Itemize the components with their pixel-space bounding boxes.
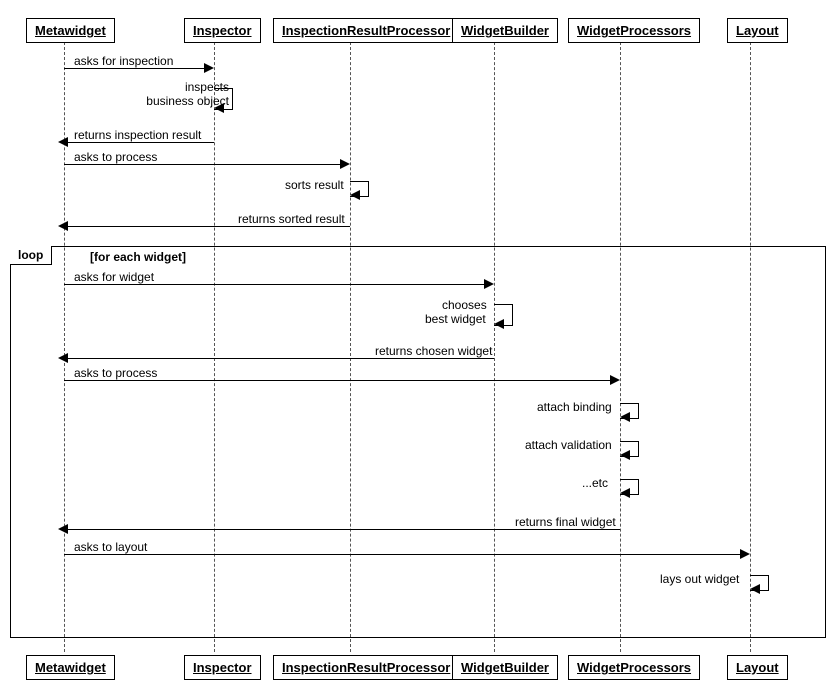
arrow-asks-process-wp bbox=[64, 380, 610, 381]
arrowhead-icon bbox=[204, 63, 214, 73]
msg-chooses-2: best widget bbox=[425, 312, 486, 326]
msg-returns-final: returns final widget bbox=[515, 515, 616, 529]
arrowhead-icon bbox=[610, 375, 620, 385]
arrow-returns-final bbox=[64, 529, 620, 530]
msg-asks-widget: asks for widget bbox=[74, 270, 154, 284]
arrow-returns-inspection bbox=[64, 142, 214, 143]
arrowhead-icon bbox=[340, 159, 350, 169]
msg-lays-out: lays out widget bbox=[660, 572, 739, 586]
arrow-returns-chosen bbox=[64, 358, 494, 359]
msg-returns-sorted: returns sorted result bbox=[238, 212, 345, 226]
arrowhead-icon bbox=[214, 103, 224, 113]
arrow-asks-process-irp bbox=[64, 164, 340, 165]
arrowhead-icon bbox=[740, 549, 750, 559]
msg-returns-chosen: returns chosen widget bbox=[375, 344, 492, 358]
participant-widgetbuilder-bottom: WidgetBuilder bbox=[452, 655, 558, 680]
arrow-returns-sorted bbox=[64, 226, 350, 227]
arrowhead-icon bbox=[620, 450, 630, 460]
participant-layout-bottom: Layout bbox=[727, 655, 788, 680]
arrowhead-icon bbox=[58, 137, 68, 147]
arrow-asks-widget bbox=[64, 284, 484, 285]
msg-asks-layout: asks to layout bbox=[74, 540, 147, 554]
msg-attach-binding: attach binding bbox=[537, 400, 612, 414]
arrow-asks-layout bbox=[64, 554, 740, 555]
participant-widgetbuilder-top: WidgetBuilder bbox=[452, 18, 558, 43]
participant-inspector-top: Inspector bbox=[184, 18, 261, 43]
msg-chooses-1: chooses bbox=[442, 298, 487, 312]
participant-irp-bottom: InspectionResultProcessor bbox=[273, 655, 459, 680]
msg-asks-inspection: asks for inspection bbox=[74, 54, 173, 68]
msg-etc: ...etc bbox=[582, 476, 608, 490]
msg-attach-validation: attach validation bbox=[525, 438, 612, 452]
loop-tag: loop bbox=[10, 246, 52, 265]
loop-guard: [for each widget] bbox=[90, 250, 186, 264]
participant-widgetprocessors-bottom: WidgetProcessors bbox=[568, 655, 700, 680]
participant-metawidget-top: Metawidget bbox=[26, 18, 115, 43]
participant-layout-top: Layout bbox=[727, 18, 788, 43]
participant-metawidget-bottom: Metawidget bbox=[26, 655, 115, 680]
arrowhead-icon bbox=[58, 353, 68, 363]
msg-asks-process-wp: asks to process bbox=[74, 366, 157, 380]
arrowhead-icon bbox=[494, 319, 504, 329]
arrowhead-icon bbox=[58, 524, 68, 534]
participant-widgetprocessors-top: WidgetProcessors bbox=[568, 18, 700, 43]
arrow-asks-inspection bbox=[64, 68, 204, 69]
msg-asks-process-irp: asks to process bbox=[74, 150, 157, 164]
msg-sorts-result: sorts result bbox=[285, 178, 344, 192]
arrowhead-icon bbox=[750, 584, 760, 594]
participant-inspector-bottom: Inspector bbox=[184, 655, 261, 680]
arrowhead-icon bbox=[350, 190, 360, 200]
arrowhead-icon bbox=[620, 488, 630, 498]
arrowhead-icon bbox=[484, 279, 494, 289]
msg-returns-inspection: returns inspection result bbox=[74, 128, 201, 142]
arrowhead-icon bbox=[620, 412, 630, 422]
participant-irp-top: InspectionResultProcessor bbox=[273, 18, 459, 43]
arrowhead-icon bbox=[58, 221, 68, 231]
